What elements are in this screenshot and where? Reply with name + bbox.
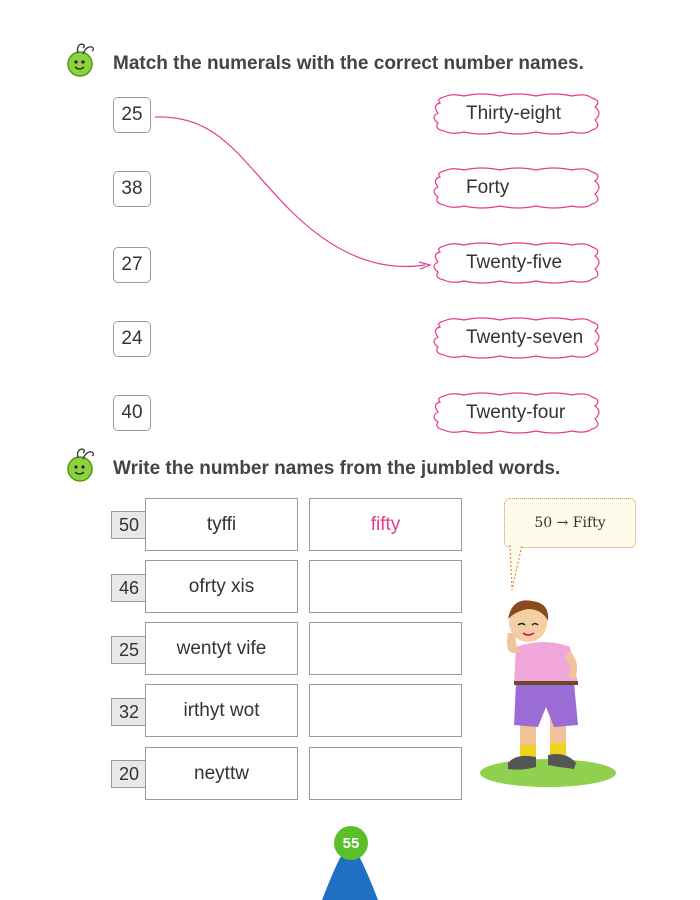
boy-illustration (480, 600, 616, 787)
jumbled-word: tyffi (145, 498, 298, 551)
number-name-label: Twenty-seven (466, 327, 584, 348)
number-name-label: Forty (466, 177, 510, 198)
jumbled-word: irthyt wot (145, 684, 298, 737)
jumbled-word: neyttw (145, 747, 298, 800)
bug-mascot-icon (67, 43, 95, 77)
section-heading-match: Match the numerals with the correct numb… (113, 53, 584, 74)
answer-field[interactable] (309, 747, 462, 800)
numeral-box: 25 (113, 97, 151, 133)
number-name-label: Thirty-eight (466, 103, 562, 124)
hint-speech-bubble: 50 → Fifty (504, 498, 636, 548)
row-number: 20 (111, 760, 146, 788)
arrowhead-icon (418, 261, 432, 270)
cloud-shape-icon (433, 167, 600, 209)
section-heading-jumbled: Write the number names from the jumbled … (113, 458, 561, 479)
row-number: 46 (111, 574, 146, 602)
numeral-box: 27 (113, 247, 151, 283)
row-number: 25 (111, 636, 146, 664)
answer-field[interactable]: fifty (309, 498, 462, 551)
page-number: 55 (334, 826, 368, 860)
answer-field[interactable] (309, 684, 462, 737)
number-name-cloud: Forty (430, 167, 602, 209)
row-number: 32 (111, 698, 146, 726)
number-name-cloud: Twenty-four (430, 392, 602, 434)
speech-bubble-tail (509, 544, 523, 591)
number-name-cloud: Twenty-seven (430, 317, 602, 359)
jumbled-word: wentyt vife (145, 622, 298, 675)
answer-field[interactable] (309, 560, 462, 613)
number-name-label: Twenty-five (466, 252, 563, 273)
number-name-cloud: Twenty-five (430, 242, 602, 284)
numeral-box: 38 (113, 171, 151, 207)
numeral-box: 40 (113, 395, 151, 431)
numeral-box: 24 (113, 321, 151, 357)
number-name-label: Twenty-four (466, 402, 566, 423)
row-number: 50 (111, 511, 146, 539)
answer-field[interactable] (309, 622, 462, 675)
number-name-cloud: Thirty-eight (430, 93, 602, 135)
jumbled-word: ofrty xis (145, 560, 298, 613)
bug-mascot-icon (67, 448, 95, 482)
